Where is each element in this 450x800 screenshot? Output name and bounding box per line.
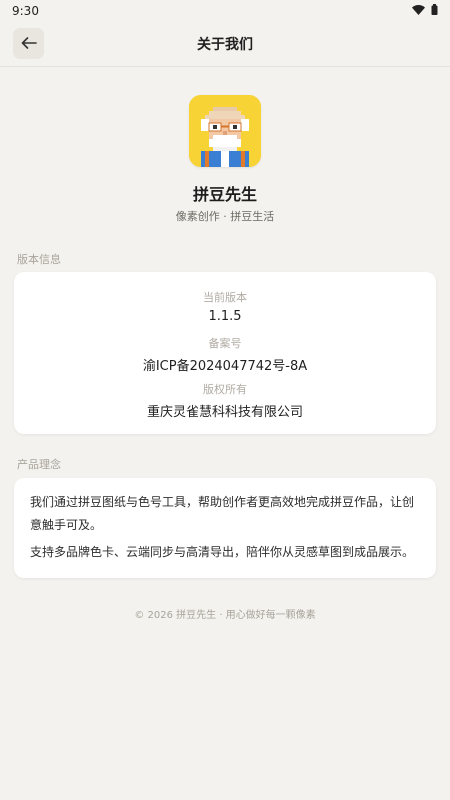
- icp-value: 渝ICP备2024047742号-8A: [142, 359, 308, 374]
- current-version-block: 当前版本 1.1.5: [14, 289, 436, 324]
- wifi-icon: [412, 4, 425, 18]
- back-button[interactable]: [13, 28, 44, 59]
- copyright-value: 重庆灵雀慧科科技有限公司: [146, 405, 303, 420]
- concept-paragraph: 我们通过拼豆图纸与色号工具，帮助创作者更高效地完成拼豆作品，让创意触手可及。: [30, 495, 415, 532]
- version-info-card: 当前版本 1.1.5 备案号 渝ICP备2024047742号-8A 版权所有 …: [14, 272, 436, 434]
- battery-icon: [431, 4, 438, 18]
- arrow-left-icon: [21, 34, 37, 53]
- footer-copyright: © 2026 拼豆先生 · 用心做好每一颗像素: [134, 610, 316, 621]
- pixel-grandpa-icon: [189, 95, 261, 167]
- status-bar: 9:30: [0, 0, 450, 22]
- copyright-caption: 版权所有: [203, 383, 247, 396]
- icp-caption: 备案号: [208, 337, 242, 350]
- page-title: 关于我们: [197, 37, 253, 53]
- current-version-value: 1.1.5: [208, 309, 242, 324]
- concept-paragraph: 支持多品牌色卡、云端同步与高清导出，陪伴你从灵感草图到成品展示。: [30, 545, 415, 559]
- status-time: 9:30: [12, 4, 39, 18]
- concept-card: 我们通过拼豆图纸与色号工具，帮助创作者更高效地完成拼豆作品，让创意触手可及。 支…: [14, 478, 436, 578]
- copyright-block: 版权所有 重庆灵雀慧科科技有限公司: [14, 381, 436, 420]
- app-slogan: 像素创作 · 拼豆生活: [175, 210, 275, 223]
- status-icons: [412, 4, 438, 18]
- header-divider: [0, 66, 450, 67]
- concept-section-label: 产品理念: [17, 458, 61, 471]
- current-version-caption: 当前版本: [203, 291, 247, 304]
- app-name: 拼豆先生: [192, 185, 257, 204]
- version-section-label: 版本信息: [17, 253, 61, 266]
- top-bar: 关于我们: [0, 22, 450, 66]
- icp-block: 备案号 渝ICP备2024047742号-8A: [14, 335, 436, 374]
